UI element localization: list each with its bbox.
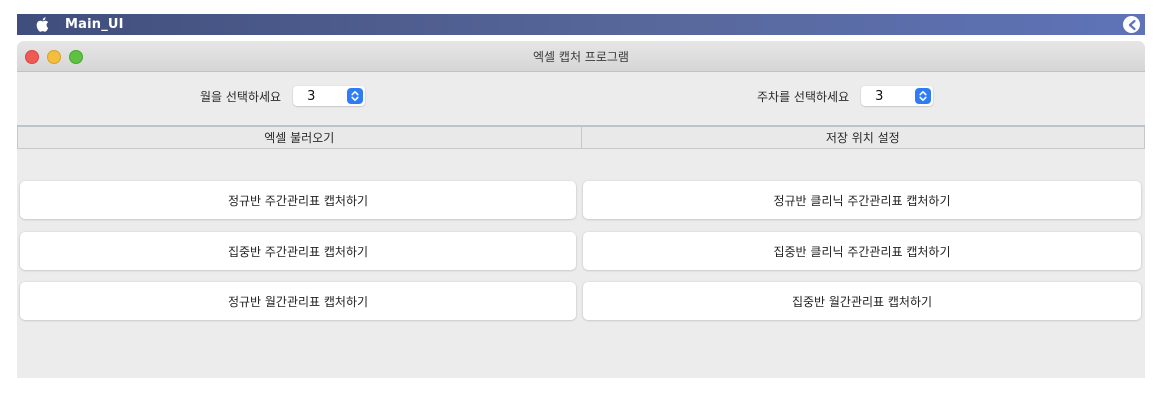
main-window: 엑셀 캡처 프로그램 월을 선택하세요 3 주차를 선택하세요 3 엑셀 불러오… — [17, 41, 1145, 378]
action-tab-bar: 엑셀 불러오기 저장 위치 설정 — [17, 125, 1145, 149]
menu-bar: Main_UI — [17, 14, 1145, 35]
capture-intensive-clinic-weekly-button[interactable]: 집중반 클리닉 주간관리표 캡처하기 — [583, 232, 1141, 270]
capture-regular-clinic-weekly-button[interactable]: 정규반 클리닉 주간관리표 캡처하기 — [583, 181, 1141, 219]
zoom-window-button[interactable] — [69, 50, 83, 64]
window-controls — [25, 50, 83, 64]
capture-regular-weekly-button[interactable]: 정규반 주간관리표 캡처하기 — [20, 181, 576, 219]
apple-logo-icon[interactable] — [35, 17, 49, 33]
week-value[interactable]: 3 — [875, 89, 883, 104]
load-excel-button[interactable]: 엑셀 불러오기 — [17, 125, 582, 149]
week-selector: 주차를 선택하세요 3 — [757, 83, 934, 109]
window-title: 엑셀 캡처 프로그램 — [533, 49, 629, 64]
app-name[interactable]: Main_UI — [65, 17, 124, 32]
month-selector-label: 월을 선택하세요 — [200, 89, 282, 104]
week-selector-label: 주차를 선택하세요 — [757, 89, 850, 104]
month-selector: 월을 선택하세요 3 — [200, 83, 366, 109]
title-bar[interactable]: 엑셀 캡처 프로그램 — [17, 41, 1145, 72]
close-window-button[interactable] — [25, 50, 39, 64]
minimize-window-button[interactable] — [47, 50, 61, 64]
status-menu-icon[interactable] — [1123, 16, 1140, 33]
month-spinbox[interactable]: 3 — [293, 86, 366, 106]
set-save-location-button[interactable]: 저장 위치 설정 — [581, 125, 1145, 149]
month-value[interactable]: 3 — [307, 89, 315, 104]
selector-row: 월을 선택하세요 3 주차를 선택하세요 3 — [17, 83, 1145, 111]
capture-intensive-monthly-button[interactable]: 집중반 월간관리표 캡처하기 — [583, 282, 1141, 320]
week-stepper-arrows-icon[interactable] — [915, 88, 932, 104]
month-stepper-arrows-icon[interactable] — [347, 88, 364, 104]
capture-intensive-weekly-button[interactable]: 집중반 주간관리표 캡처하기 — [20, 232, 576, 270]
capture-regular-monthly-button[interactable]: 정규반 월간관리표 캡처하기 — [20, 282, 576, 320]
week-spinbox[interactable]: 3 — [861, 86, 934, 106]
